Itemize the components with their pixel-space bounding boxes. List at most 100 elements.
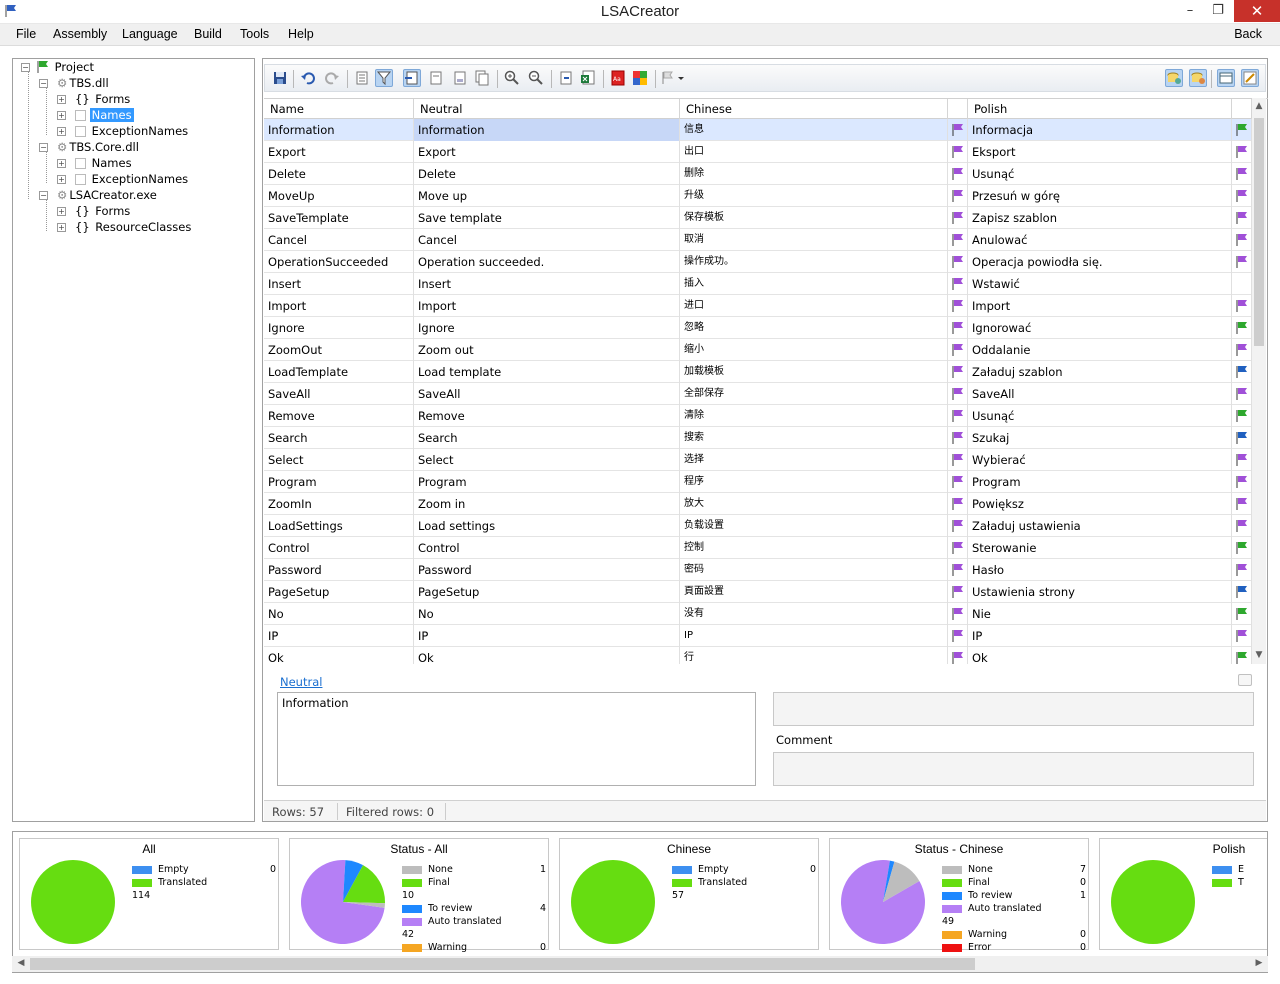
cell-neutral[interactable]: Remove [414, 405, 680, 427]
cell-chinese[interactable]: 全部保存 [680, 383, 948, 405]
cell-polish[interactable]: Nie [968, 603, 1232, 625]
expand-icon[interactable]: + [57, 223, 66, 232]
cell-neutral[interactable]: Program [414, 471, 680, 493]
cell-polish[interactable]: Szukaj [968, 427, 1232, 449]
cell-polish[interactable]: Anulować [968, 229, 1232, 251]
green-flag-icon[interactable] [1236, 608, 1248, 620]
cell-chinese-flag[interactable] [948, 405, 968, 427]
table-row[interactable]: No No 没有 Nie [264, 603, 1252, 625]
cell-chinese[interactable]: 控制 [680, 537, 948, 559]
cell-chinese[interactable]: 程序 [680, 471, 948, 493]
cell-name[interactable]: SaveTemplate [264, 207, 414, 229]
cell-polish-flag[interactable] [1232, 427, 1252, 449]
cell-name[interactable]: IP [264, 625, 414, 647]
cell-polish[interactable]: Ustawienia strony [968, 581, 1232, 603]
cell-chinese-flag[interactable] [948, 625, 968, 647]
violet-flag-icon[interactable] [952, 344, 964, 356]
cell-chinese-flag[interactable] [948, 361, 968, 383]
menu-assembly[interactable]: Assembly [53, 27, 107, 41]
tree-node-lsacreator-exe[interactable]: ⚙ LSACreator.exe [57, 187, 159, 203]
cell-polish[interactable]: Eksport [968, 141, 1232, 163]
violet-flag-icon[interactable] [1236, 564, 1248, 576]
cell-name[interactable]: SaveAll [264, 383, 414, 405]
cell-polish-flag[interactable] [1232, 383, 1252, 405]
scroll-left-arrow-icon[interactable]: ◀ [14, 958, 28, 968]
table-row[interactable]: Password Password 密码 Hasło [264, 559, 1252, 581]
green-flag-icon[interactable] [1236, 322, 1248, 334]
violet-flag-icon[interactable] [952, 608, 964, 620]
cell-neutral[interactable]: Ignore [414, 317, 680, 339]
filter-icon[interactable] [375, 69, 393, 87]
cell-neutral[interactable]: SaveAll [414, 383, 680, 405]
scroll-down-arrow-icon[interactable]: ▼ [1252, 650, 1266, 660]
cell-name[interactable]: Export [264, 141, 414, 163]
save-icon[interactable] [271, 69, 289, 87]
cell-chinese[interactable]: 頁面設置 [680, 581, 948, 603]
collapse-icon[interactable]: − [39, 79, 48, 88]
table-row[interactable]: SaveTemplate Save template 保存模板 Zapisz szab… [264, 207, 1252, 229]
cell-polish-flag[interactable] [1232, 493, 1252, 515]
cell-name[interactable]: Insert [264, 273, 414, 295]
violet-flag-icon[interactable] [952, 432, 964, 444]
table-row[interactable]: LoadTemplate Load template 加载模板 Załaduj sza… [264, 361, 1252, 383]
violet-flag-icon[interactable] [1236, 234, 1248, 246]
cell-chinese-flag[interactable] [948, 273, 968, 295]
violet-flag-icon[interactable] [1236, 300, 1248, 312]
cell-polish-flag[interactable] [1232, 405, 1252, 427]
cell-polish-flag[interactable] [1232, 295, 1252, 317]
cell-polish[interactable]: Załaduj szablon [968, 361, 1232, 383]
expand-icon[interactable]: + [57, 95, 66, 104]
cell-chinese[interactable]: 选择 [680, 449, 948, 471]
scroll-right-arrow-icon[interactable]: ▶ [1252, 958, 1266, 968]
cell-polish-flag[interactable] [1232, 141, 1252, 163]
cell-polish[interactable]: Informacja [968, 119, 1232, 141]
translation-text-area[interactable] [773, 692, 1254, 726]
tree-node-resourceclasses[interactable]: {} ResourceClasses [75, 219, 193, 235]
cell-name[interactable]: Cancel [264, 229, 414, 251]
minimize-button[interactable]: – [1176, 0, 1204, 22]
cell-chinese[interactable]: 操作成功。 [680, 251, 948, 273]
column-header-polish-flag[interactable] [1232, 99, 1252, 119]
copy-icon[interactable] [473, 69, 491, 87]
cell-polish-flag[interactable] [1232, 581, 1252, 603]
cell-neutral[interactable]: Search [414, 427, 680, 449]
cell-polish-flag[interactable] [1232, 119, 1252, 141]
cell-polish-flag[interactable] [1232, 603, 1252, 625]
cell-name[interactable]: Delete [264, 163, 414, 185]
cell-name[interactable]: No [264, 603, 414, 625]
cell-chinese-flag[interactable] [948, 339, 968, 361]
cell-polish[interactable]: Usunąć [968, 163, 1232, 185]
move-icon[interactable] [427, 69, 445, 87]
column-header-chinese-flag[interactable] [948, 99, 968, 119]
cell-name[interactable]: LoadTemplate [264, 361, 414, 383]
tree-node-tbs-dll[interactable]: ⚙ TBS.dll [57, 75, 111, 91]
cell-polish-flag[interactable] [1232, 515, 1252, 537]
violet-flag-icon[interactable] [952, 542, 964, 554]
cell-chinese[interactable]: 忽略 [680, 317, 948, 339]
cell-name[interactable]: Password [264, 559, 414, 581]
cell-chinese[interactable]: 放大 [680, 493, 948, 515]
table-row[interactable]: Search Search 搜索 Szukaj [264, 427, 1252, 449]
close-button[interactable]: ✕ [1234, 0, 1280, 22]
cell-polish[interactable]: Ok [968, 647, 1232, 664]
table-row[interactable]: Information Information 信息 Informacja [264, 119, 1252, 141]
scrollbar-thumb[interactable] [30, 958, 975, 970]
cell-polish-flag[interactable] [1232, 273, 1252, 295]
expand-icon[interactable]: + [57, 175, 66, 184]
cell-chinese-flag[interactable] [948, 119, 968, 141]
violet-flag-icon[interactable] [952, 630, 964, 642]
cell-neutral[interactable]: Password [414, 559, 680, 581]
table-row[interactable]: Ignore Ignore 忽略 Ignorować [264, 317, 1252, 339]
cell-name[interactable]: Ignore [264, 317, 414, 339]
translate-icon[interactable] [631, 69, 649, 87]
cell-chinese-flag[interactable] [948, 251, 968, 273]
table-row[interactable]: Remove Remove 清除 Usunąć [264, 405, 1252, 427]
expand-icon[interactable]: + [57, 127, 66, 136]
scroll-up-arrow-icon[interactable]: ▲ [1252, 101, 1266, 111]
pdf-icon[interactable]: Aa [609, 69, 627, 87]
violet-flag-icon[interactable] [952, 190, 964, 202]
menu-language[interactable]: Language [122, 27, 178, 41]
stats-horizontal-scrollbar[interactable]: ◀ ▶ [12, 956, 1268, 972]
cell-chinese-flag[interactable] [948, 581, 968, 603]
cell-chinese[interactable]: 升级 [680, 185, 948, 207]
